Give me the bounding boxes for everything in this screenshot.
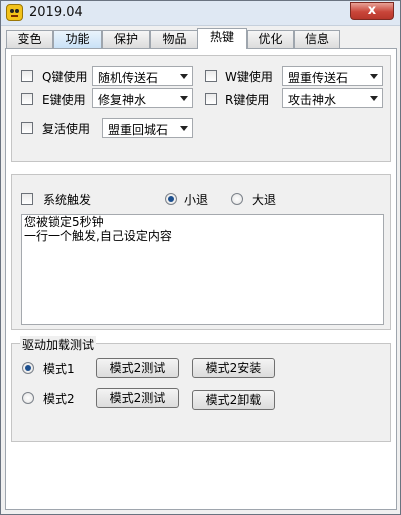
driver-test-title: 驱动加载测试	[20, 336, 97, 353]
mode2-test-button-b[interactable]: 模式2测试	[96, 388, 179, 408]
driver-test-group: 驱动加载测试 模式1 模式2测试 模式2安装 模式2 模式2测试 模式2卸载	[11, 336, 391, 442]
q-key-select[interactable]: 随机传送石	[92, 66, 193, 86]
r-key-checkbox[interactable]	[205, 93, 217, 105]
e-key-select[interactable]: 修复神水	[92, 88, 193, 108]
mode2-test-button[interactable]: 模式2测试	[96, 358, 179, 378]
window-title: 2019.04	[29, 5, 83, 20]
trigger-text-line: 一行一个触发,自己设定内容	[24, 229, 172, 243]
trigger-text-line: 您被锁定5秒钟	[24, 215, 104, 229]
chevron-down-icon	[180, 126, 188, 131]
mode2-label: 模式2	[43, 392, 75, 406]
tab-bar: 变色 功能 保护 物品 热键 优化 信息	[5, 28, 397, 49]
q-key-checkbox[interactable]	[21, 70, 33, 82]
big-exit-radio[interactable]	[231, 193, 243, 205]
revive-checkbox[interactable]	[21, 122, 33, 134]
system-trigger-label: 系统触发	[43, 193, 92, 207]
chevron-down-icon	[370, 96, 378, 101]
tab-optimize[interactable]: 优化	[247, 30, 294, 48]
trigger-text-area[interactable]: 您被锁定5秒钟 一行一个触发,自己设定内容	[21, 214, 384, 325]
mode2-uninstall-button[interactable]: 模式2卸载	[192, 390, 275, 410]
app-face-icon	[6, 4, 23, 21]
revive-select[interactable]: 盟重回城石	[102, 118, 193, 138]
q-key-label: Q键使用	[42, 70, 88, 84]
revive-value: 盟重回城石	[108, 123, 169, 137]
r-key-select[interactable]: 攻击神水	[282, 88, 383, 108]
big-exit-label: 大退	[252, 193, 277, 207]
mode1-label: 模式1	[43, 362, 75, 376]
q-key-value: 随机传送石	[98, 71, 159, 85]
chevron-down-icon	[370, 74, 378, 79]
w-key-value: 盟重传送石	[288, 71, 349, 85]
system-trigger-checkbox[interactable]	[21, 193, 33, 205]
r-key-value: 攻击神水	[288, 93, 337, 107]
tab-info[interactable]: 信息	[294, 30, 340, 48]
tab-hotkeys[interactable]: 热键	[197, 28, 247, 49]
close-button[interactable]: x	[350, 2, 394, 20]
tab-items[interactable]: 物品	[150, 30, 199, 48]
r-key-label: R键使用	[225, 93, 270, 107]
e-key-value: 修复神水	[98, 93, 147, 107]
chevron-down-icon	[180, 96, 188, 101]
chevron-down-icon	[180, 74, 188, 79]
tab-protect[interactable]: 保护	[102, 30, 150, 48]
w-key-label: W键使用	[225, 70, 273, 84]
title-bar[interactable]: 2019.04 x	[1, 1, 400, 26]
w-key-select[interactable]: 盟重传送石	[282, 66, 383, 86]
tab-function[interactable]: 功能	[53, 30, 102, 48]
w-key-checkbox[interactable]	[205, 70, 217, 82]
app-window: 2019.04 x 变色 功能 保护 物品 热键 优化 信息 Q键使用 随机传送…	[0, 0, 401, 515]
mode2-radio[interactable]	[22, 392, 34, 404]
small-exit-label: 小退	[184, 193, 209, 207]
hotkeys-page: Q键使用 随机传送石 W键使用 盟重传送石 E键使用 修复神水 R键使用 攻击神…	[5, 48, 397, 510]
e-key-checkbox[interactable]	[21, 93, 33, 105]
mode1-radio[interactable]	[22, 362, 34, 374]
small-exit-radio[interactable]	[165, 193, 177, 205]
revive-label: 复活使用	[42, 122, 91, 136]
mode2-install-button[interactable]: 模式2安装	[192, 358, 275, 378]
tab-color[interactable]: 变色	[6, 30, 53, 48]
hotkey-group: Q键使用 随机传送石 W键使用 盟重传送石 E键使用 修复神水 R键使用 攻击神…	[11, 55, 391, 162]
e-key-label: E键使用	[42, 93, 86, 107]
trigger-group: 系统触发 小退 大退 您被锁定5秒钟 一行一个触发,自己设定内容	[11, 174, 391, 330]
